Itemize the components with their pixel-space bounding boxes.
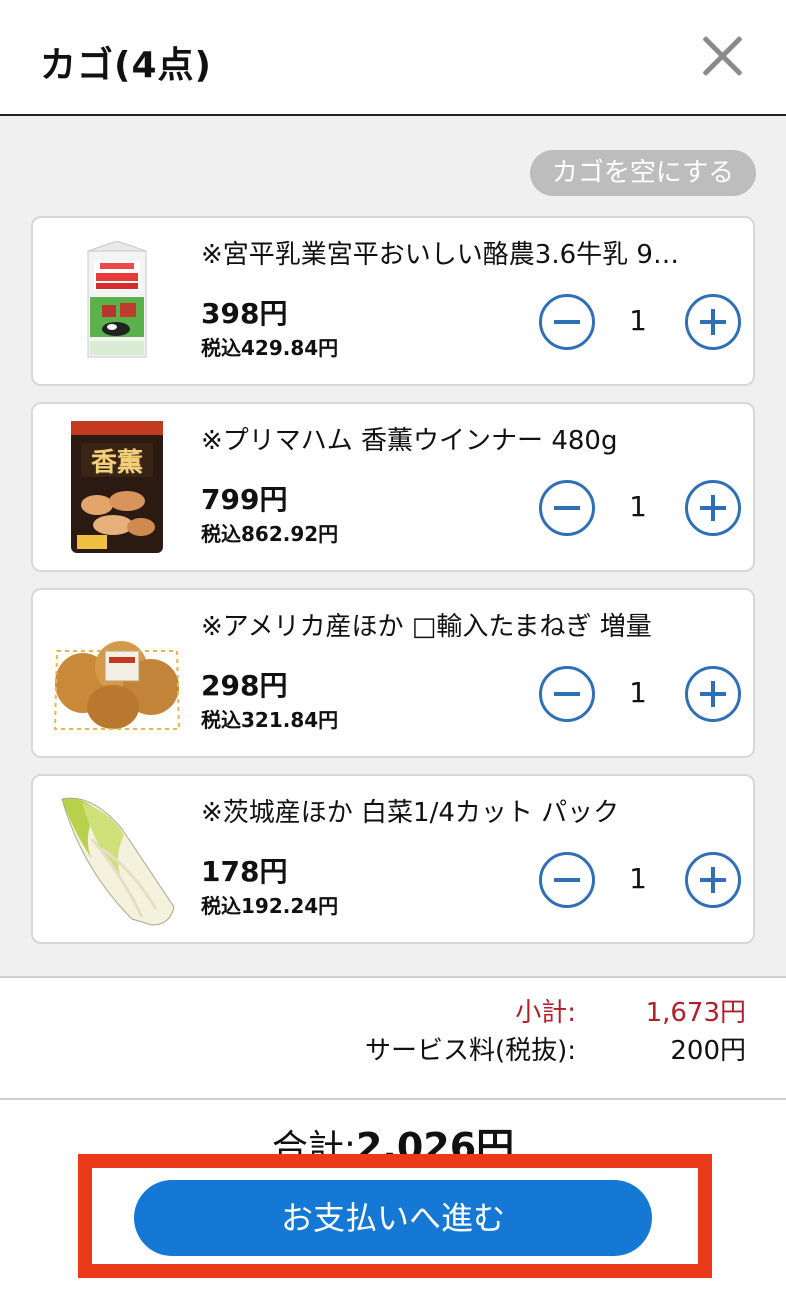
svg-text:香薫: 香薫 [91, 448, 143, 478]
item-quantity: 1 [629, 490, 647, 523]
item-quantity: 1 [629, 676, 647, 709]
increase-quantity-button[interactable] [685, 666, 741, 722]
service-fee-label: サービス料(税抜): [364, 1036, 576, 1066]
page-title: カゴ(4点) [40, 45, 212, 86]
cart-list: カゴを空にする ※宮平乳業宮平おいしい酪農3.6牛乳 9… 398円 税込429… [0, 116, 786, 978]
item-name: ※宮平乳業宮平おいしい酪農3.6牛乳 9… [201, 240, 679, 270]
cart-item: 香薫 ※プリマハム 香薫ウインナー 480g 799円 税込862.92円 1 [31, 402, 755, 572]
cart-item: ※宮平乳業宮平おいしい酪農3.6牛乳 9… 398円 税込429.84円 1 [31, 216, 755, 386]
subtotal-label: 小計: [515, 998, 576, 1028]
increase-quantity-button[interactable] [685, 480, 741, 536]
product-image-cabbage [47, 790, 187, 928]
item-tax-price: 税込429.84円 [201, 336, 339, 360]
close-icon[interactable] [700, 34, 744, 78]
empty-cart-button[interactable]: カゴを空にする [530, 150, 756, 196]
item-quantity: 1 [629, 862, 647, 895]
item-price: 178円 [201, 855, 288, 888]
item-tax-price: 税込192.24円 [201, 894, 339, 918]
decrease-quantity-button[interactable] [539, 666, 595, 722]
decrease-quantity-button[interactable] [539, 294, 595, 350]
cart-header: カゴ(4点) [0, 0, 786, 116]
order-summary: 小計: 1,673円 サービス料(税抜): 200円 [0, 978, 786, 1100]
subtotal-value: 1,673円 [645, 998, 746, 1028]
proceed-to-payment-button[interactable]: お支払いへ進む [134, 1180, 652, 1256]
increase-quantity-button[interactable] [685, 294, 741, 350]
decrease-quantity-button[interactable] [539, 852, 595, 908]
item-name: ※アメリカ産ほか □輸入たまねぎ 増量 [201, 612, 652, 642]
item-tax-price: 税込321.84円 [201, 708, 339, 732]
product-image-sausage: 香薫 [47, 418, 187, 556]
item-price: 398円 [201, 297, 288, 330]
item-name: ※茨城産ほか 白菜1/4カット パック [201, 798, 620, 828]
item-tax-price: 税込862.92円 [201, 522, 339, 546]
item-name: ※プリマハム 香薫ウインナー 480g [201, 426, 618, 456]
item-quantity: 1 [629, 304, 647, 337]
decrease-quantity-button[interactable] [539, 480, 595, 536]
increase-quantity-button[interactable] [685, 852, 741, 908]
cart-item: ※アメリカ産ほか □輸入たまねぎ 増量 298円 税込321.84円 1 [31, 588, 755, 758]
item-price: 298円 [201, 669, 288, 702]
service-fee-value: 200円 [670, 1036, 746, 1066]
product-image-milk [47, 232, 187, 370]
item-price: 799円 [201, 483, 288, 516]
product-image-onion [47, 604, 187, 742]
cart-item: ※茨城産ほか 白菜1/4カット パック 178円 税込192.24円 1 [31, 774, 755, 944]
